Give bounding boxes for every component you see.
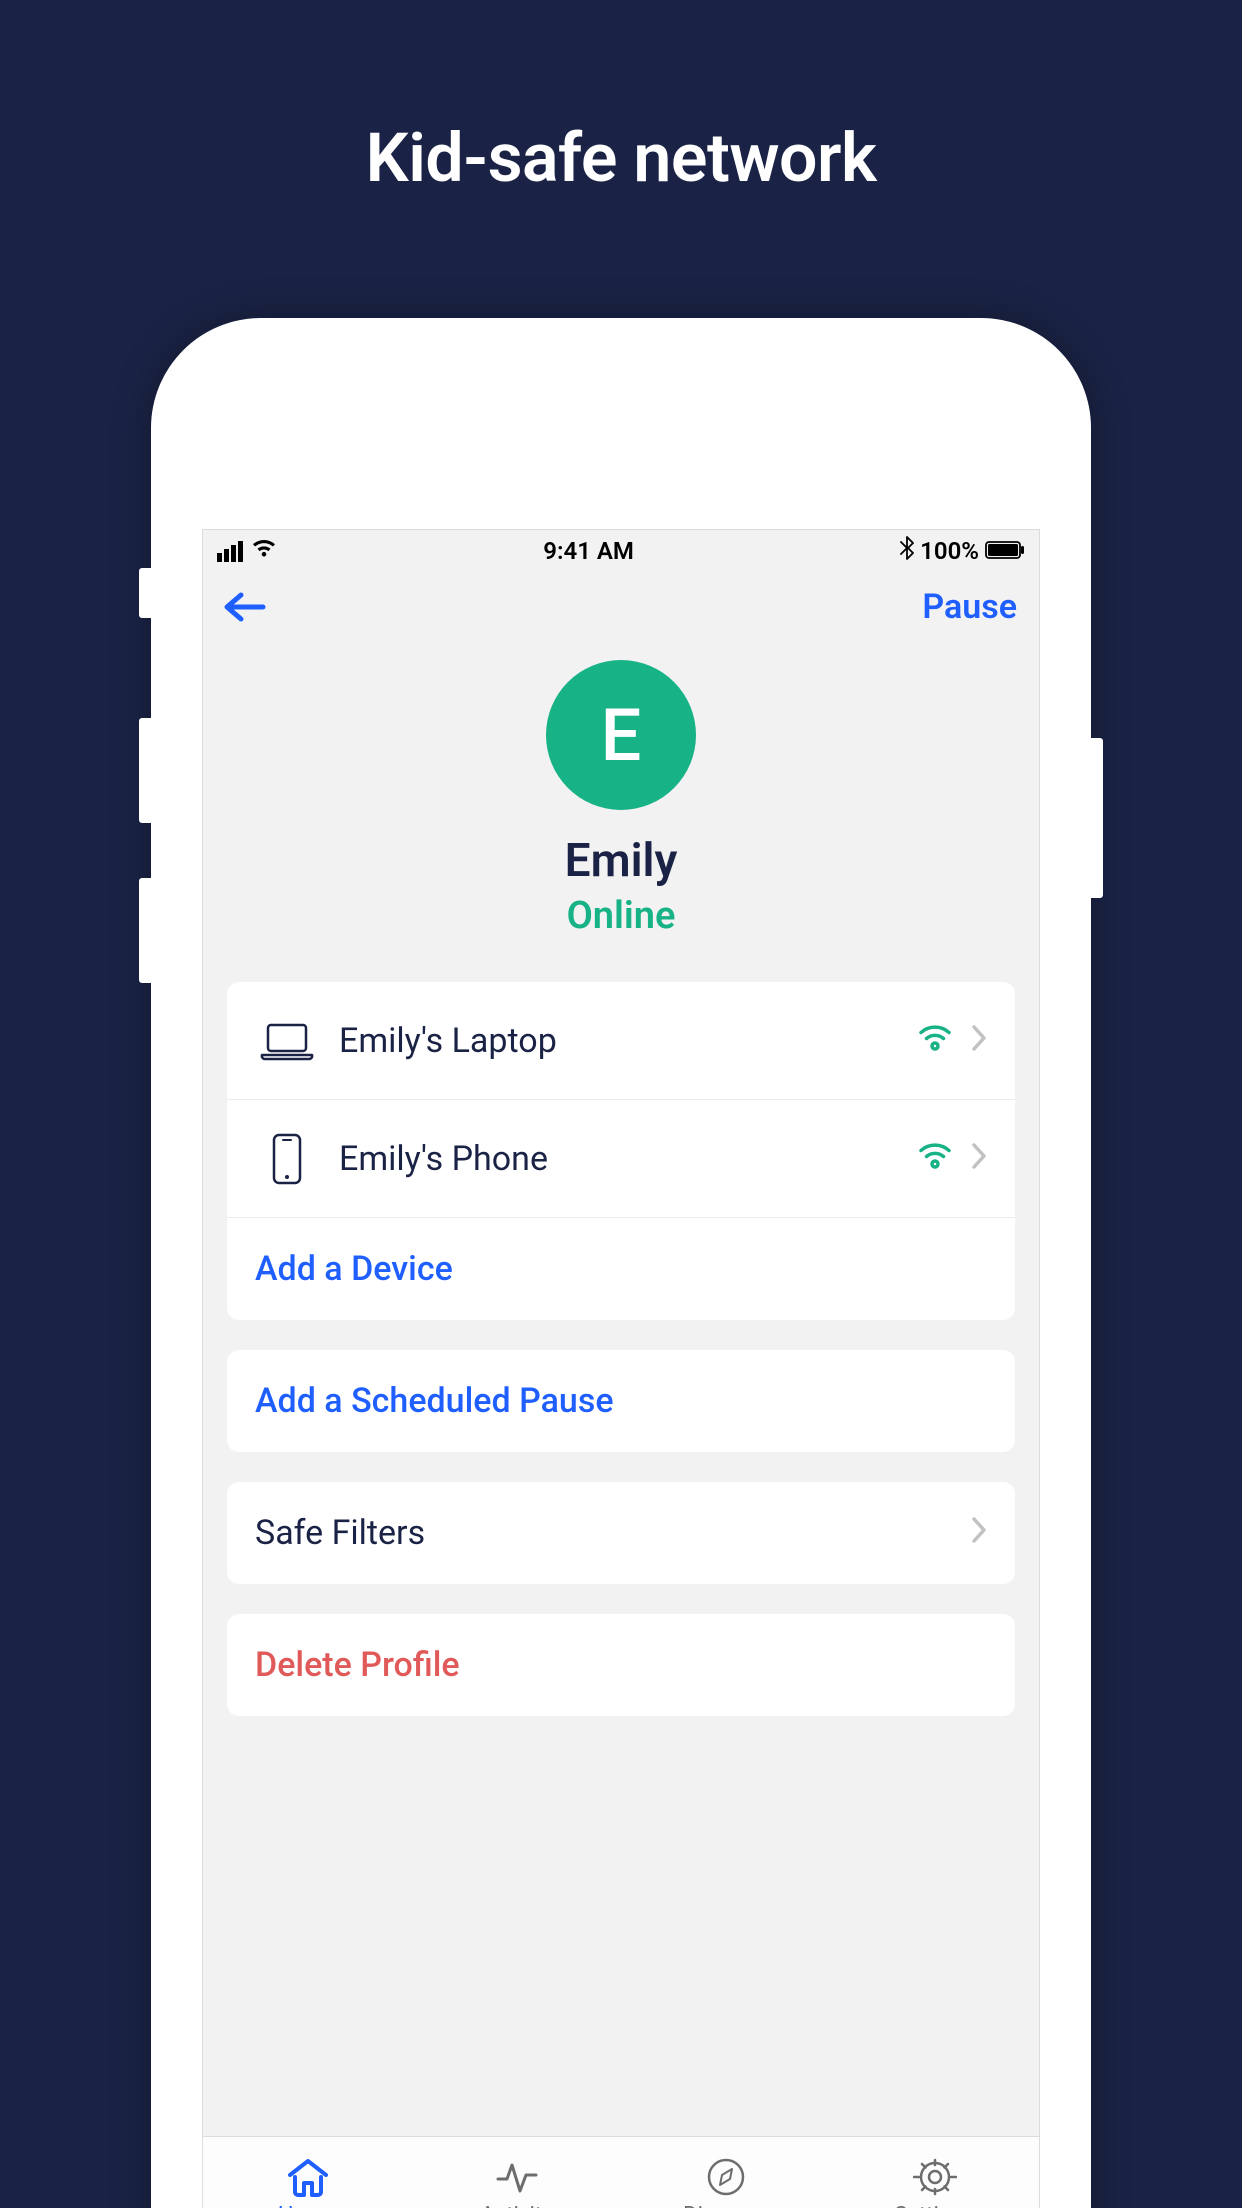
arrow-left-icon	[221, 589, 267, 625]
safe-filters-card: Safe Filters	[227, 1482, 1015, 1584]
status-bar: 9:41 AM 100%	[203, 530, 1039, 572]
device-row[interactable]: Emily's Laptop	[227, 982, 1015, 1100]
add-scheduled-pause-label: Add a Scheduled Pause	[255, 1381, 987, 1421]
wifi-status-icon	[251, 537, 277, 565]
laptop-icon	[255, 1021, 319, 1061]
nav-bar: Pause	[203, 572, 1039, 642]
chevron-right-icon	[971, 1139, 987, 1179]
battery-percent: 100%	[920, 537, 979, 565]
tab-settings-label: Settings	[894, 2203, 974, 2208]
profile-name: Emily	[203, 834, 1039, 888]
safe-filters-label: Safe Filters	[255, 1513, 971, 1553]
back-button[interactable]	[221, 589, 267, 625]
phone-device-icon	[255, 1132, 319, 1186]
tab-bar: Home Activity	[203, 2136, 1039, 2208]
status-left	[217, 537, 277, 565]
delete-profile-card: Delete Profile	[227, 1614, 1015, 1716]
tab-activity-label: Activity	[480, 2203, 552, 2208]
tab-activity[interactable]: Activity	[412, 2137, 621, 2208]
device-name: Emily's Phone	[319, 1139, 917, 1179]
wifi-connected-icon	[917, 1021, 953, 1061]
tab-discover-label: Discover	[683, 2203, 768, 2208]
add-device-label: Add a Device	[255, 1249, 987, 1289]
content-area: Emily's Laptop	[203, 982, 1039, 1716]
home-icon	[286, 2157, 330, 2197]
wifi-connected-icon	[917, 1139, 953, 1179]
scheduled-pause-card: Add a Scheduled Pause	[227, 1350, 1015, 1452]
phone-frame: 9:41 AM 100%	[151, 318, 1091, 2208]
tab-home-label: Home	[278, 2203, 337, 2208]
bluetooth-icon	[900, 536, 914, 566]
app-store-slide: Kid-safe network	[0, 0, 1242, 2208]
avatar[interactable]: E	[546, 660, 696, 810]
delete-profile-label: Delete Profile	[255, 1645, 987, 1685]
tab-settings[interactable]: Settings	[830, 2137, 1039, 2208]
pause-button[interactable]: Pause	[922, 587, 1017, 627]
battery-icon	[985, 537, 1025, 565]
compass-icon	[704, 2157, 748, 2197]
status-time: 9:41 AM	[543, 537, 634, 565]
profile-header: E Emily Online	[203, 642, 1039, 982]
add-device-button[interactable]: Add a Device	[227, 1218, 1015, 1320]
activity-icon	[495, 2157, 539, 2197]
gear-icon	[913, 2157, 957, 2197]
devices-card: Emily's Laptop	[227, 982, 1015, 1320]
add-scheduled-pause-button[interactable]: Add a Scheduled Pause	[227, 1350, 1015, 1452]
device-row[interactable]: Emily's Phone	[227, 1100, 1015, 1218]
slide-headline: Kid-safe network	[0, 0, 1242, 198]
app-screen: 9:41 AM 100%	[202, 529, 1040, 2208]
tab-discover[interactable]: Discover	[621, 2137, 830, 2208]
chevron-right-icon	[971, 1513, 987, 1553]
cell-signal-icon	[217, 541, 243, 562]
avatar-initial: E	[601, 693, 642, 778]
tab-home[interactable]: Home	[203, 2137, 412, 2208]
device-name: Emily's Laptop	[319, 1021, 917, 1061]
status-right: 100%	[900, 536, 1025, 566]
delete-profile-button[interactable]: Delete Profile	[227, 1614, 1015, 1716]
profile-status: Online	[203, 894, 1039, 938]
chevron-right-icon	[971, 1021, 987, 1061]
safe-filters-button[interactable]: Safe Filters	[227, 1482, 1015, 1584]
